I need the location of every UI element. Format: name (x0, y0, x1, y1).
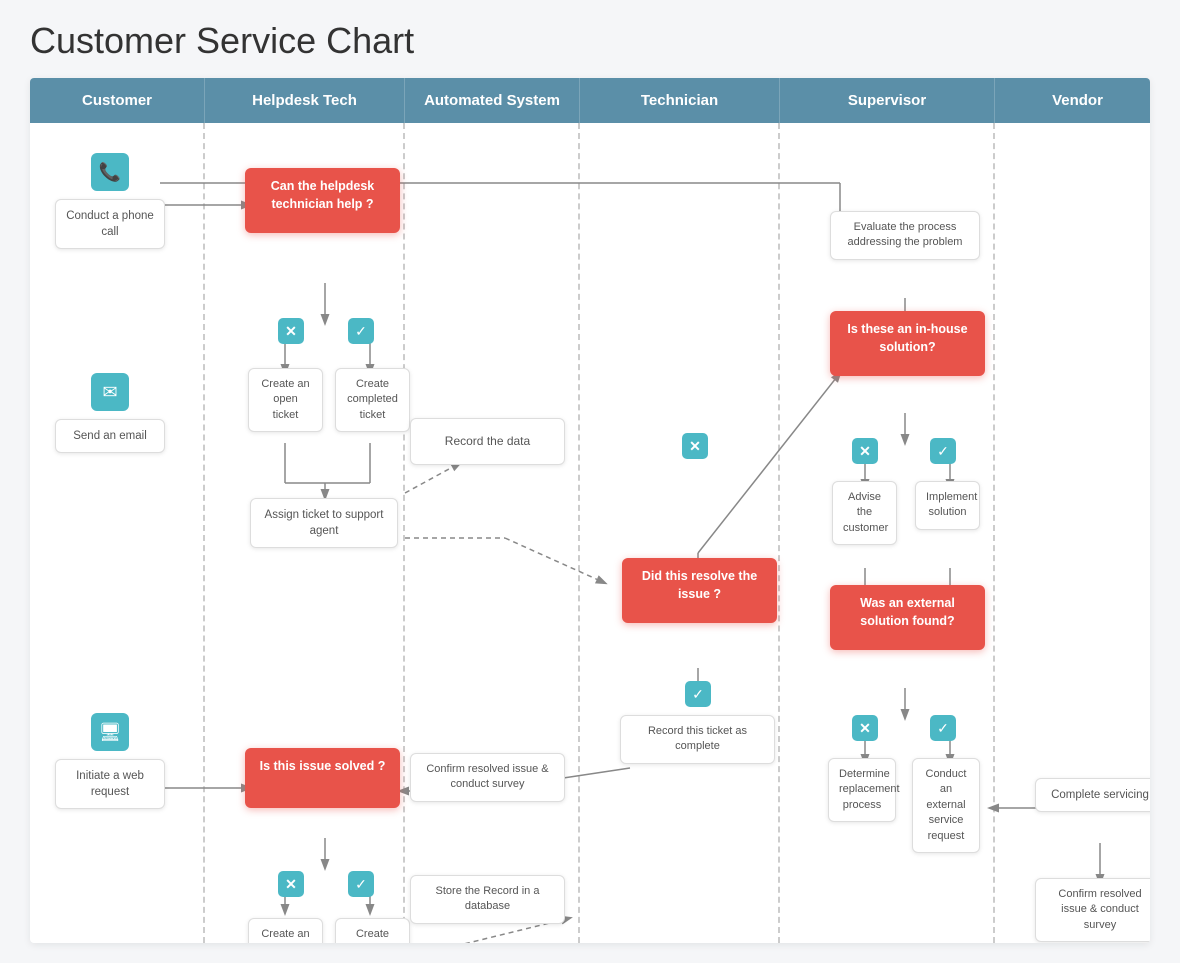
send-email-label: Send an email (55, 419, 165, 453)
create-open-ticket-1-label: Create an open ticket (248, 368, 323, 432)
complete-servicing-node: Complete servicing (1035, 778, 1150, 812)
header-vendor: Vendor (995, 78, 1150, 123)
was-external-label: Was an external solution found? (830, 585, 985, 650)
confirm-resolved-2-node: Confirm resolved issue & conduct survey (1035, 878, 1150, 942)
determine-replacement-label: Determine replacement process (828, 758, 896, 822)
issue-solved-x-icon: ✕ (278, 871, 304, 897)
determine-replacement-node: Determine replacement process (828, 758, 896, 822)
initiate-web-request-node: 🖥 Initiate a web request (40, 713, 180, 809)
did-resolve-node: Did this resolve the issue ? (622, 558, 777, 623)
evaluate-process-label: Evaluate the process addressing the prob… (830, 211, 980, 260)
confirm-resolved-1-label: Confirm resolved issue & conduct survey (410, 753, 565, 802)
header-supervisor: Supervisor (780, 78, 995, 123)
record-data-label: Record the data (410, 418, 565, 465)
header-customer: Customer (30, 78, 205, 123)
create-completed-ticket-2-label: Create completed ticket (335, 918, 410, 943)
record-ticket-complete-node: Record this ticket as complete (620, 715, 775, 764)
external-check-icon: ✓ (930, 715, 956, 741)
create-open-ticket-2-node: Create an open ticket (248, 918, 323, 943)
header-automated: Automated System (405, 78, 580, 123)
conduct-phone-call-label: Conduct a phone call (55, 199, 165, 249)
did-resolve-check-icon: ✓ (685, 681, 711, 707)
chart-container: Customer Helpdesk Tech Automated System … (30, 78, 1150, 943)
can-helpdesk-help-label: Can the helpdesk technician help ? (245, 168, 400, 233)
confirm-resolved-1-node: Confirm resolved issue & conduct survey (410, 753, 565, 802)
issue-solved-check-icon: ✓ (348, 871, 374, 897)
technician-x-icon: ✕ (682, 433, 708, 459)
send-email-node: ✉ Send an email (40, 373, 180, 453)
did-resolve-label: Did this resolve the issue ? (622, 558, 777, 623)
complete-servicing-label: Complete servicing (1035, 778, 1150, 812)
store-record-node: Store the Record in a database (410, 875, 565, 924)
page-title: Customer Service Chart (30, 20, 1150, 62)
header-technician: Technician (580, 78, 780, 123)
header-row: Customer Helpdesk Tech Automated System … (30, 78, 1150, 123)
advise-customer-node: Advise the customer (832, 481, 897, 545)
phone-icon: 📞 (91, 153, 129, 191)
email-icon: ✉ (91, 373, 129, 411)
chart-body: 📞 Conduct a phone call ✉ Send an email 🖥… (30, 123, 1150, 943)
advise-customer-label: Advise the customer (832, 481, 897, 545)
conduct-external-service-node: Conduct an external service request (912, 758, 980, 853)
is-issue-solved-label: Is this issue solved ? (245, 748, 400, 808)
implement-solution-label: Implement solution (915, 481, 980, 530)
conduct-external-service-label: Conduct an external service request (912, 758, 980, 853)
can-helpdesk-help-node: Can the helpdesk technician help ? (245, 168, 400, 233)
evaluate-process-node: Evaluate the process addressing the prob… (830, 211, 980, 260)
store-record-label: Store the Record in a database (410, 875, 565, 924)
assign-ticket-label: Assign ticket to support agent (250, 498, 398, 548)
create-completed-ticket-2-node: Create completed ticket (335, 918, 410, 943)
is-inhouse-node: Is these an in-house solution? (830, 311, 985, 376)
inhouse-x-icon: ✕ (852, 438, 878, 464)
helpdesk-x-icon: ✕ (278, 318, 304, 344)
initiate-web-request-label: Initiate a web request (55, 759, 165, 809)
is-issue-solved-node: Is this issue solved ? (245, 748, 400, 808)
assign-ticket-node: Assign ticket to support agent (250, 498, 398, 548)
external-x-icon: ✕ (852, 715, 878, 741)
header-helpdesk: Helpdesk Tech (205, 78, 405, 123)
create-completed-ticket-1-label: Create completed ticket (335, 368, 410, 432)
create-completed-ticket-1-node: Create completed ticket (335, 368, 410, 432)
confirm-resolved-2-label: Confirm resolved issue & conduct survey (1035, 878, 1150, 942)
inhouse-check-icon: ✓ (930, 438, 956, 464)
create-open-ticket-1-node: Create an open ticket (248, 368, 323, 432)
was-external-node: Was an external solution found? (830, 585, 985, 650)
record-data-node: Record the data (410, 418, 565, 465)
helpdesk-check-icon: ✓ (348, 318, 374, 344)
implement-solution-node: Implement solution (915, 481, 980, 530)
record-ticket-complete-label: Record this ticket as complete (620, 715, 775, 764)
create-open-ticket-2-label: Create an open ticket (248, 918, 323, 943)
web-icon: 🖥 (91, 713, 129, 751)
conduct-phone-call-node: 📞 Conduct a phone call (40, 153, 180, 249)
is-inhouse-label: Is these an in-house solution? (830, 311, 985, 376)
